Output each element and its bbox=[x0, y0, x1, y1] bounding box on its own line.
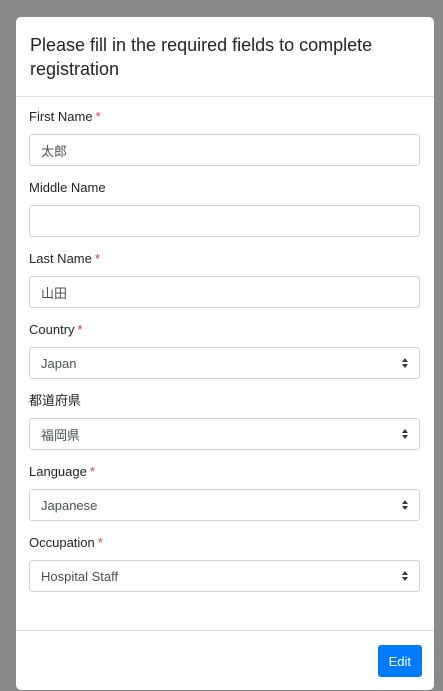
select-caret-icon bbox=[402, 429, 408, 439]
registration-modal: Please fill in the required fields to co… bbox=[16, 17, 434, 690]
middle-name-label: Middle Name bbox=[29, 180, 420, 196]
required-mark: * bbox=[94, 251, 100, 266]
country-value: Japan bbox=[41, 355, 77, 371]
language-value: Japanese bbox=[41, 497, 98, 513]
occupation-value: Hospital Staff bbox=[41, 568, 119, 584]
modal-title: Please fill in the required fields to co… bbox=[30, 35, 373, 79]
first-name-input[interactable]: 太郎 bbox=[29, 134, 420, 166]
registration-form: First Name * 太郎 Middle Name Last Name * 山田… bbox=[16, 97, 434, 630]
modal-footer: Edit bbox=[16, 630, 434, 690]
last-name-label: Last Name * bbox=[29, 251, 420, 267]
first-name-group: First Name * 太郎 bbox=[29, 109, 420, 166]
country-label-text: Country bbox=[29, 322, 75, 337]
occupation-label-text: Occupation bbox=[29, 535, 95, 550]
middle-name-group: Middle Name bbox=[29, 180, 420, 237]
country-label: Country * bbox=[29, 322, 420, 338]
language-label-text: Language bbox=[29, 464, 87, 479]
edit-button[interactable]: Edit bbox=[377, 645, 422, 677]
select-caret-icon bbox=[402, 500, 408, 510]
prefecture-select[interactable]: 福岡県 bbox=[29, 418, 420, 450]
select-caret-icon bbox=[402, 358, 408, 368]
required-mark: * bbox=[89, 464, 95, 479]
prefecture-label-text: 都道府県 bbox=[29, 393, 82, 408]
middle-name-label-text: Middle Name bbox=[29, 180, 106, 195]
last-name-input[interactable]: 山田 bbox=[29, 276, 420, 308]
occupation-select[interactable]: Hospital Staff bbox=[29, 560, 420, 592]
required-mark: * bbox=[97, 535, 103, 550]
prefecture-group: 都道府県 福岡県 bbox=[29, 393, 420, 450]
last-name-value: 山田 bbox=[41, 285, 68, 301]
middle-name-input[interactable] bbox=[29, 205, 420, 237]
first-name-label: First Name * bbox=[29, 109, 420, 125]
last-name-label-text: Last Name bbox=[29, 251, 92, 266]
modal-header: Please fill in the required fields to co… bbox=[16, 17, 434, 97]
prefecture-value: 福岡県 bbox=[41, 427, 81, 443]
first-name-value: 太郎 bbox=[41, 143, 68, 159]
country-select[interactable]: Japan bbox=[29, 347, 420, 379]
prefecture-label: 都道府県 bbox=[29, 393, 420, 409]
select-caret-icon bbox=[402, 571, 408, 581]
language-group: Language * Japanese bbox=[29, 464, 420, 521]
occupation-group: Occupation * Hospital Staff bbox=[29, 535, 420, 592]
language-label: Language * bbox=[29, 464, 420, 480]
country-group: Country * Japan bbox=[29, 322, 420, 379]
first-name-label-text: First Name bbox=[29, 109, 93, 124]
required-mark: * bbox=[77, 322, 83, 337]
required-mark: * bbox=[95, 109, 101, 124]
language-select[interactable]: Japanese bbox=[29, 489, 420, 521]
last-name-group: Last Name * 山田 bbox=[29, 251, 420, 308]
occupation-label: Occupation * bbox=[29, 535, 420, 551]
